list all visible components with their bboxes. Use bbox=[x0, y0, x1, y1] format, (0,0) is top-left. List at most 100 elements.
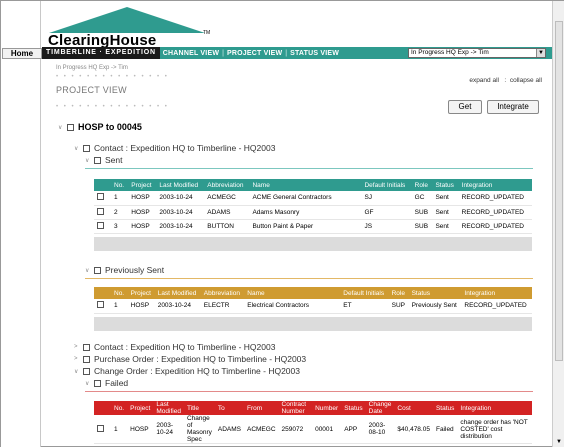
table-row[interactable]: 2 HOSP 2003-10-24 ADAMS Adams Masonry GF… bbox=[94, 205, 532, 220]
column-header[interactable]: Last Modified bbox=[153, 401, 184, 415]
row-checkbox[interactable] bbox=[97, 207, 104, 215]
cell: 2003-08-10 bbox=[365, 415, 395, 444]
scroll-down-arrow-icon[interactable]: ▼ bbox=[554, 437, 564, 447]
cell: ACMEGC bbox=[204, 191, 250, 206]
collapse-all-link[interactable]: collapse all bbox=[510, 77, 542, 84]
sent-checkbox[interactable] bbox=[94, 156, 101, 164]
column-header[interactable]: No. bbox=[111, 179, 129, 191]
column-header[interactable]: Role bbox=[388, 287, 409, 299]
column-header[interactable]: Change Date bbox=[365, 401, 395, 415]
nav-timberline-expedition[interactable]: TIMBERLINE · EXPEDITION bbox=[42, 47, 160, 59]
row-checkbox[interactable] bbox=[97, 301, 104, 309]
section-divider bbox=[85, 168, 533, 169]
column-header[interactable]: Status bbox=[341, 401, 366, 415]
row-checkbox[interactable] bbox=[97, 424, 104, 432]
table-row[interactable]: 3 HOSP 2003-10-24 BUTTON Button Paint & … bbox=[94, 219, 532, 234]
section-divider bbox=[85, 278, 533, 279]
column-header[interactable]: Project bbox=[127, 401, 154, 415]
contact-timberline-checkbox[interactable] bbox=[83, 343, 90, 351]
column-header[interactable]: Integration bbox=[457, 401, 532, 415]
column-header[interactable]: Last Modified bbox=[154, 287, 201, 299]
tree-label-change-order: Change Order : Expedition HQ to Timberli… bbox=[94, 366, 300, 376]
chevron-down-icon[interactable]: ∨ bbox=[74, 145, 83, 152]
previously-sent-checkbox[interactable] bbox=[94, 266, 101, 274]
tree-label-sent: Sent bbox=[105, 155, 123, 165]
vertical-scrollbar[interactable]: ▼ bbox=[552, 1, 564, 447]
expand-all-link[interactable]: expand all bbox=[469, 77, 499, 84]
change-order-checkbox[interactable] bbox=[83, 367, 90, 375]
column-header[interactable]: Status bbox=[432, 401, 458, 415]
column-header[interactable]: No. bbox=[111, 287, 128, 299]
column-header[interactable]: Title bbox=[183, 401, 215, 415]
cell: Sent bbox=[432, 205, 459, 220]
chevron-down-icon[interactable]: ∨ bbox=[85, 157, 94, 164]
get-button[interactable]: Get bbox=[448, 100, 482, 114]
nav-status-view[interactable]: STATUS VIEW bbox=[287, 50, 342, 57]
table-row[interactable]: 1 HOSP 2003-10-24 ACMEGC ACME General Co… bbox=[94, 191, 532, 206]
table-header-row: No. Project Last Modified Abbreviation N… bbox=[94, 179, 532, 191]
cell: SUB bbox=[411, 219, 433, 234]
column-header[interactable]: Contract Number bbox=[278, 401, 313, 415]
chevron-right-icon[interactable]: > bbox=[74, 344, 83, 350]
table-footer-band bbox=[94, 237, 532, 251]
chevron-right-icon[interactable]: > bbox=[74, 356, 83, 362]
table-row[interactable]: 1 HOSP 2003-10-24 ELECTR Electrical Cont… bbox=[94, 299, 532, 314]
column-header[interactable]: Abbreviation bbox=[204, 179, 250, 191]
purchase-order-checkbox[interactable] bbox=[83, 355, 90, 363]
cell: change order has 'NOT COSTED' cost distr… bbox=[457, 415, 532, 444]
contact-expedition-checkbox[interactable] bbox=[83, 144, 90, 152]
root-checkbox[interactable] bbox=[67, 123, 74, 131]
integrate-button[interactable]: Integrate bbox=[487, 100, 539, 114]
cell: ADAMS bbox=[214, 415, 244, 444]
column-header[interactable]: Project bbox=[127, 287, 155, 299]
row-checkbox[interactable] bbox=[97, 193, 104, 201]
chevron-down-icon[interactable]: ∨ bbox=[85, 380, 94, 387]
chevron-down-icon[interactable]: ∨ bbox=[74, 368, 83, 375]
cell: GF bbox=[361, 205, 412, 220]
column-header[interactable]: Name bbox=[249, 179, 362, 191]
house-roof-icon bbox=[49, 7, 205, 33]
tree-node-root: ∨ HOSP to 00045 bbox=[58, 122, 142, 132]
cell: 259072 bbox=[278, 415, 313, 444]
cell: 2003-10-24 bbox=[156, 191, 205, 206]
column-header[interactable]: Project bbox=[128, 179, 157, 191]
nav-channel-view[interactable]: CHANNEL VIEW bbox=[160, 50, 222, 57]
column-header[interactable]: Default Initials bbox=[340, 287, 389, 299]
cell: Previously Sent bbox=[408, 299, 462, 314]
tree-label-previously-sent: Previously Sent bbox=[105, 265, 165, 275]
cell: 1 bbox=[111, 191, 129, 206]
column-header[interactable]: Abbreviation bbox=[200, 287, 245, 299]
column-header[interactable]: Last Modified bbox=[156, 179, 205, 191]
browser-frame: Home ClearingHouse TM TIMBERLINE · EXPED… bbox=[0, 0, 564, 447]
channel-select-value: In Progress HQ Exp -> Tim bbox=[411, 49, 489, 56]
cell: Sent bbox=[432, 191, 459, 206]
column-header[interactable]: Status bbox=[408, 287, 462, 299]
column-header[interactable]: Default Initials bbox=[361, 179, 412, 191]
column-header[interactable]: Number bbox=[312, 401, 342, 415]
row-checkbox[interactable] bbox=[97, 221, 104, 229]
cell: 2003-10-24 bbox=[154, 299, 201, 314]
chevron-down-icon[interactable]: ∨ bbox=[58, 124, 67, 131]
column-header[interactable]: Name bbox=[244, 287, 341, 299]
failed-checkbox[interactable] bbox=[94, 379, 101, 387]
column-header[interactable]: Cost bbox=[394, 401, 433, 415]
nav-project-view[interactable]: PROJECT VIEW bbox=[224, 50, 285, 57]
chevron-down-icon[interactable]: ∨ bbox=[85, 267, 94, 274]
tree-label-failed: Failed bbox=[105, 378, 129, 388]
column-header[interactable]: No. bbox=[111, 401, 128, 415]
table-row[interactable]: 1 HOSP 2003-10-24 Change of Masonry Spec… bbox=[94, 415, 532, 444]
scrollbar-thumb[interactable] bbox=[555, 21, 563, 361]
cell: ACMEGC bbox=[243, 415, 279, 444]
column-header[interactable]: Role bbox=[411, 179, 433, 191]
project-view-content: In Progress HQ Exp -> Tim • • • • • • • … bbox=[42, 59, 552, 447]
chevron-down-icon[interactable]: ▼ bbox=[536, 49, 545, 57]
cell: Electrical Contractors bbox=[244, 299, 341, 314]
home-tab[interactable]: Home bbox=[2, 48, 42, 59]
column-header[interactable]: Status bbox=[432, 179, 459, 191]
column-header[interactable]: Integration bbox=[461, 287, 532, 299]
table-header-row: No. Project Last Modified Abbreviation N… bbox=[94, 287, 532, 299]
column-header[interactable]: To bbox=[214, 401, 244, 415]
channel-select[interactable]: In Progress HQ Exp -> Tim ▼ bbox=[408, 48, 546, 58]
column-header[interactable]: From bbox=[243, 401, 279, 415]
column-header[interactable]: Integration bbox=[458, 179, 532, 191]
